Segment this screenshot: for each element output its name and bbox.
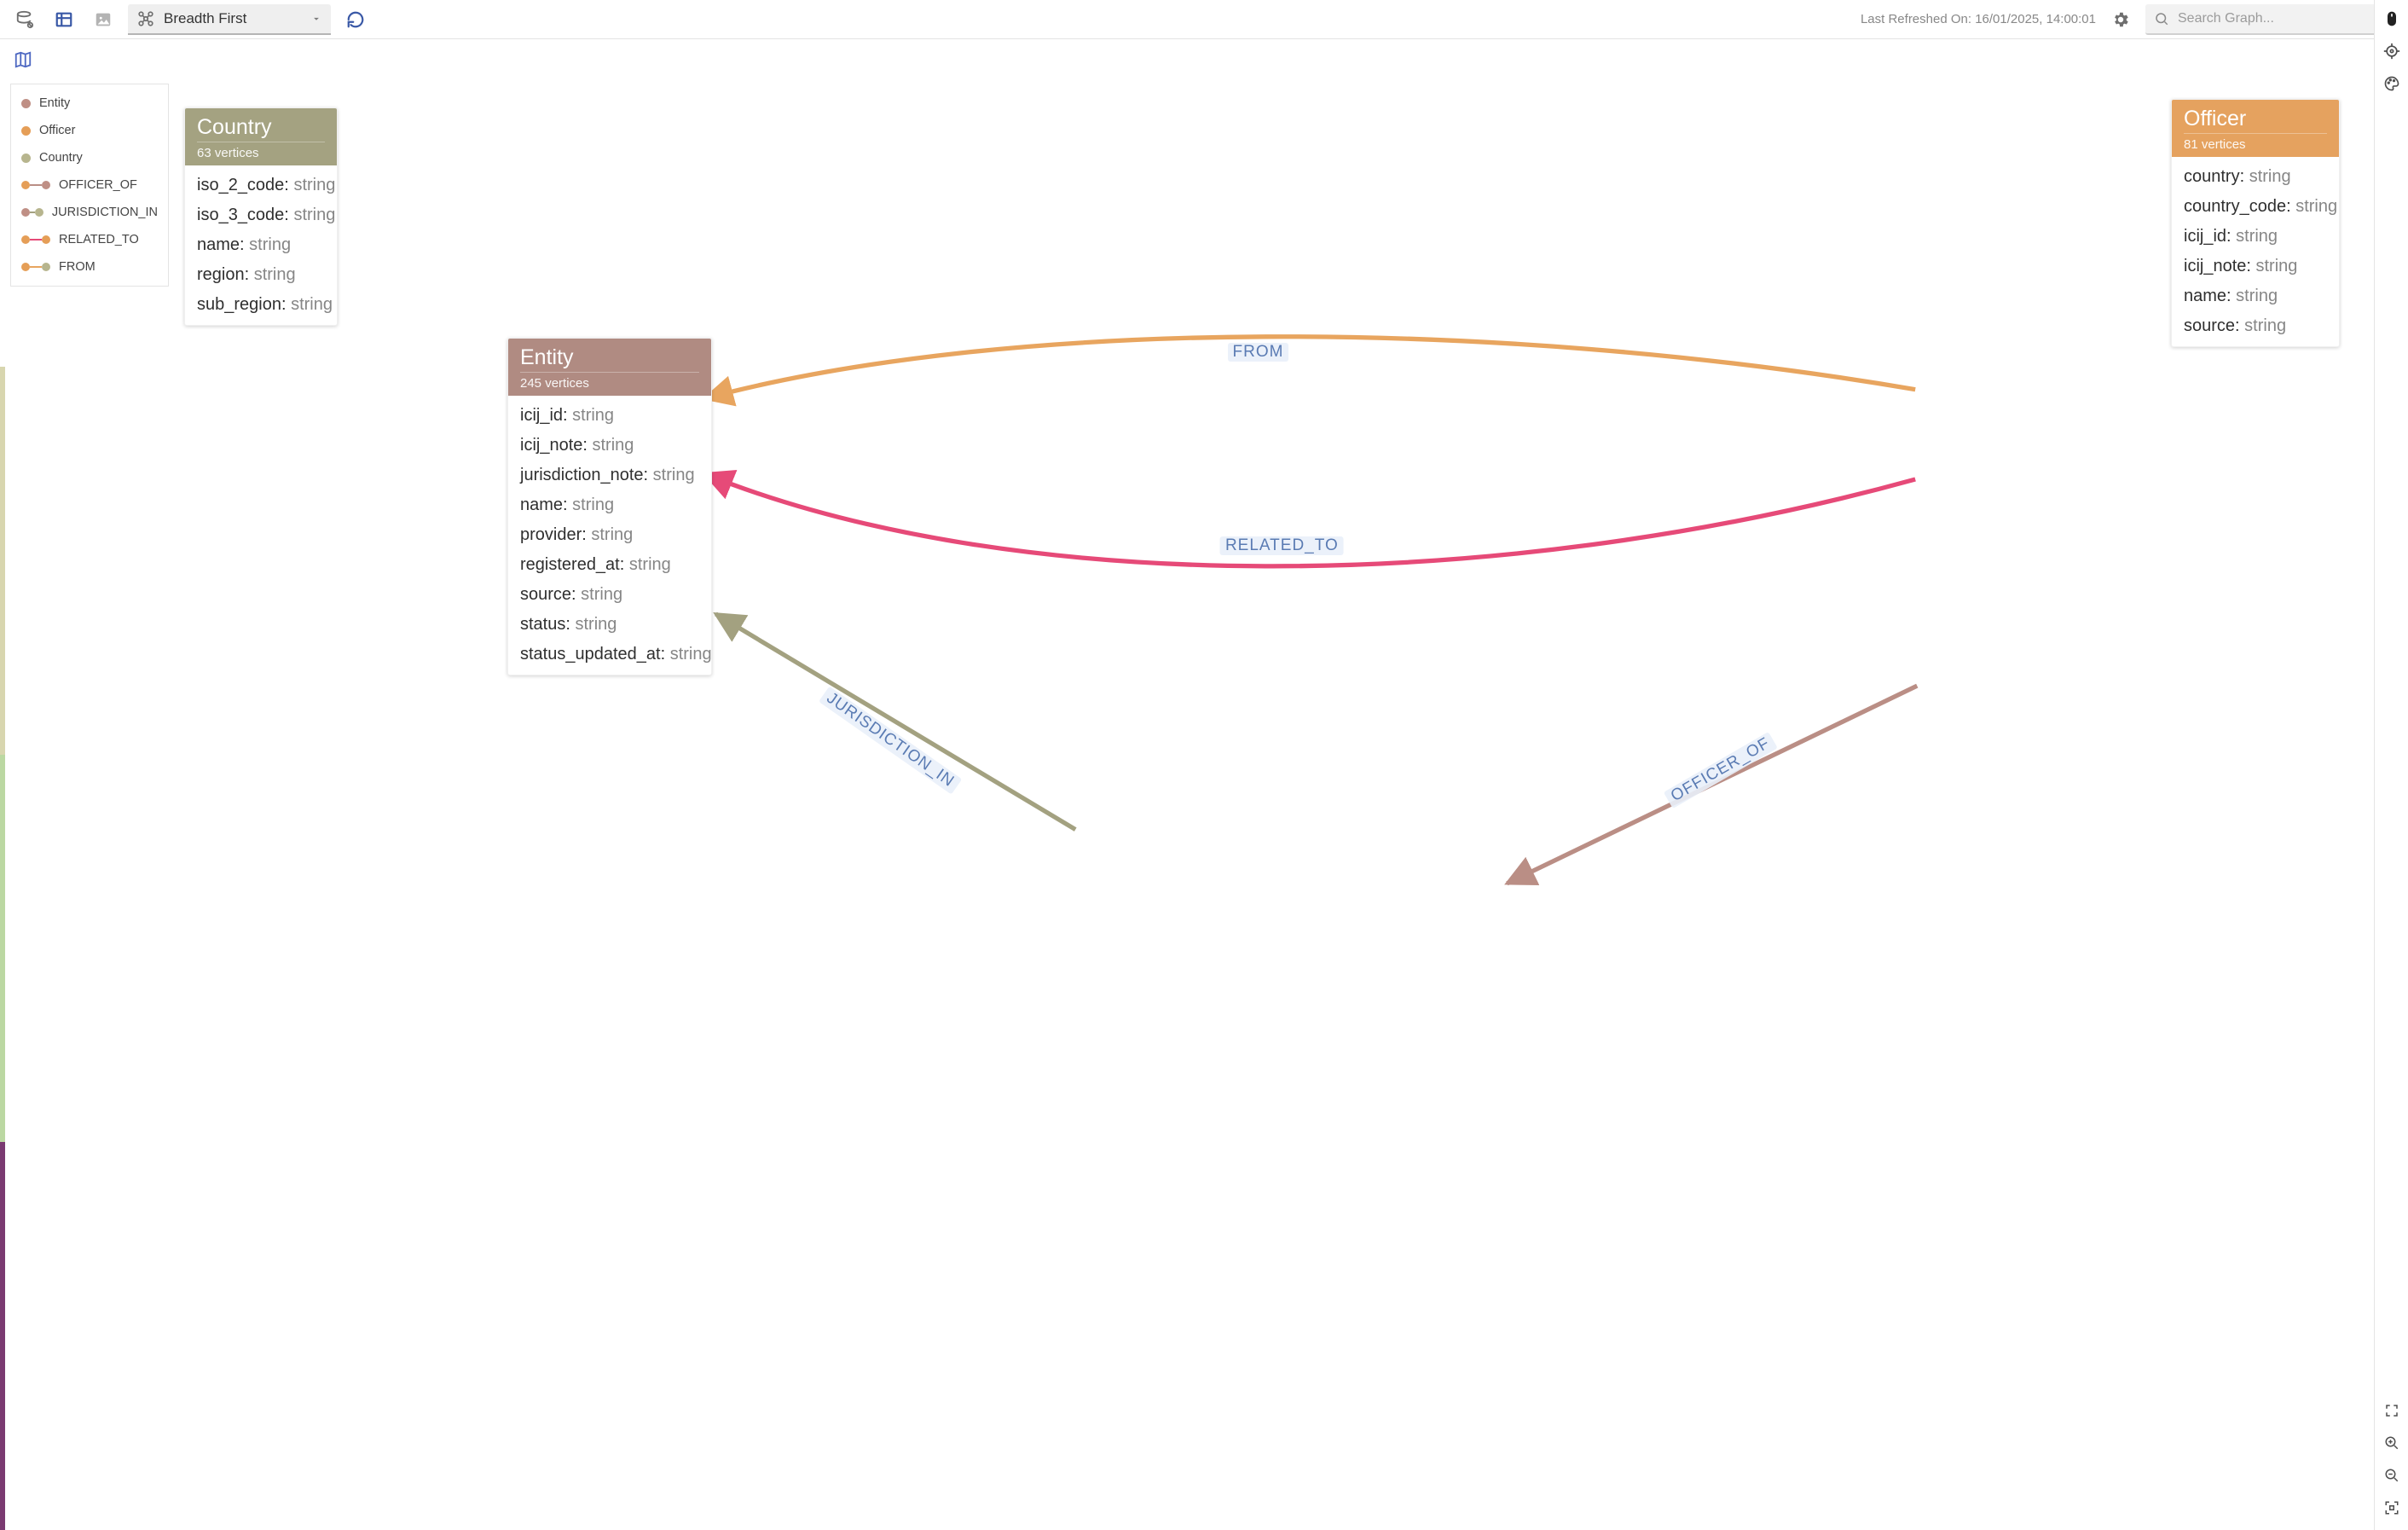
legend-label: Officer [39,124,75,137]
settings-icon[interactable] [2106,5,2135,34]
last-refreshed-label: Last Refreshed On: 16/01/2025, 14:00:01 [1861,12,2096,26]
node-attr: name: string [508,490,711,520]
legend-label: Entity [39,96,70,110]
mouse-icon[interactable] [2380,7,2404,31]
search-input-field[interactable] [2176,4,2370,33]
layout-select-label: Breadth First [164,10,246,27]
legend-edge-glyph [21,264,50,269]
node-attr: sub_region: string [185,290,337,320]
node-attr: icij_id: string [2172,222,2339,252]
node-attr: source: string [2172,311,2339,341]
legend-label: FROM [59,260,96,274]
node-entity-attrs: icij_id: stringicij_note: stringjurisdic… [508,396,711,675]
node-officer-header: Officer 81 vertices [2172,100,2339,157]
right-rail [2374,0,2408,1530]
database-icon[interactable] [10,5,39,34]
image-icon[interactable] [89,5,118,34]
node-attr: icij_note: string [2172,252,2339,281]
node-attr: registered_at: string [508,550,711,580]
node-officer-sub: 81 vertices [2184,133,2327,152]
search-graph-input[interactable] [2145,4,2398,35]
legend-node-officer[interactable]: Officer [11,117,168,144]
toolbar: Breadth First Last Refreshed On: 16/01/2… [0,0,2408,39]
node-attr: iso_3_code: string [185,200,337,230]
legend-edge-related_to[interactable]: RELATED_TO [11,226,168,253]
list-view-icon[interactable] [49,5,78,34]
node-attr: jurisdiction_note: string [508,461,711,490]
search-icon [2154,11,2169,26]
node-attr: country_code: string [2172,192,2339,222]
node-attr: provider: string [508,520,711,550]
palette-icon[interactable] [2380,72,2404,96]
graph-icon [136,9,155,28]
legend-dot [21,126,31,136]
legend-node-entity[interactable]: Entity [11,90,168,117]
node-entity-title: Entity [520,345,699,370]
target-icon[interactable] [2380,39,2404,63]
node-attr: region: string [185,260,337,290]
legend-edge-from[interactable]: FROM [11,253,168,281]
node-attr: icij_id: string [508,401,711,431]
legend-edge-glyph [21,237,50,242]
fit-screen-icon[interactable] [2380,1496,2404,1520]
legend-node-country[interactable]: Country [11,144,168,171]
node-country[interactable]: Country 63 vertices iso_2_code: stringis… [184,107,338,326]
node-attr: status: string [508,610,711,640]
layout-select[interactable]: Breadth First [128,4,331,35]
node-attr: icij_note: string [508,431,711,461]
legend-label: OFFICER_OF [59,178,137,192]
legend-panel: Entity Officer Country OFFICER_OF JURISDIC… [10,84,169,287]
legend-edge-glyph [21,210,43,215]
node-officer-title: Officer [2184,107,2327,131]
node-officer[interactable]: Officer 81 vertices country: stringcount… [2171,99,2340,347]
legend-dot [21,99,31,108]
node-attr: country: string [2172,162,2339,192]
node-country-attrs: iso_2_code: stringiso_3_code: stringname… [185,165,337,325]
chevron-down-icon [310,13,322,25]
node-country-header: Country 63 vertices [185,108,337,165]
legend-edge-jurisdiction_in[interactable]: JURISDICTION_IN [11,199,168,226]
node-attr: iso_2_code: string [185,171,337,200]
node-country-title: Country [197,115,325,140]
legend-dot [21,154,31,163]
zoom-out-icon[interactable] [2380,1463,2404,1487]
legend-edge-officer_of[interactable]: OFFICER_OF [11,171,168,199]
legend-label: JURISDICTION_IN [52,206,158,219]
node-attr: name: string [2172,281,2339,311]
graph-canvas[interactable]: FROM RELATED_TO JURISDICTION_IN OFFICER_… [0,39,2374,1530]
node-country-sub: 63 vertices [197,142,325,160]
refresh-button[interactable] [341,5,370,34]
legend-edge-glyph [21,183,50,188]
node-entity[interactable]: Entity 245 vertices icij_id: stringicij_… [507,338,712,675]
node-entity-sub: 245 vertices [520,372,699,391]
edges-layer [0,39,2374,1530]
node-officer-attrs: country: stringcountry_code: stringicij_… [2172,157,2339,346]
node-attr: name: string [185,230,337,260]
node-entity-header: Entity 245 vertices [508,339,711,396]
node-attr: status_updated_at: string [508,640,711,669]
legend-label: Country [39,151,83,165]
legend-label: RELATED_TO [59,233,139,246]
node-attr: source: string [508,580,711,610]
zoom-in-icon[interactable] [2380,1431,2404,1455]
fullscreen-icon[interactable] [2380,1399,2404,1423]
